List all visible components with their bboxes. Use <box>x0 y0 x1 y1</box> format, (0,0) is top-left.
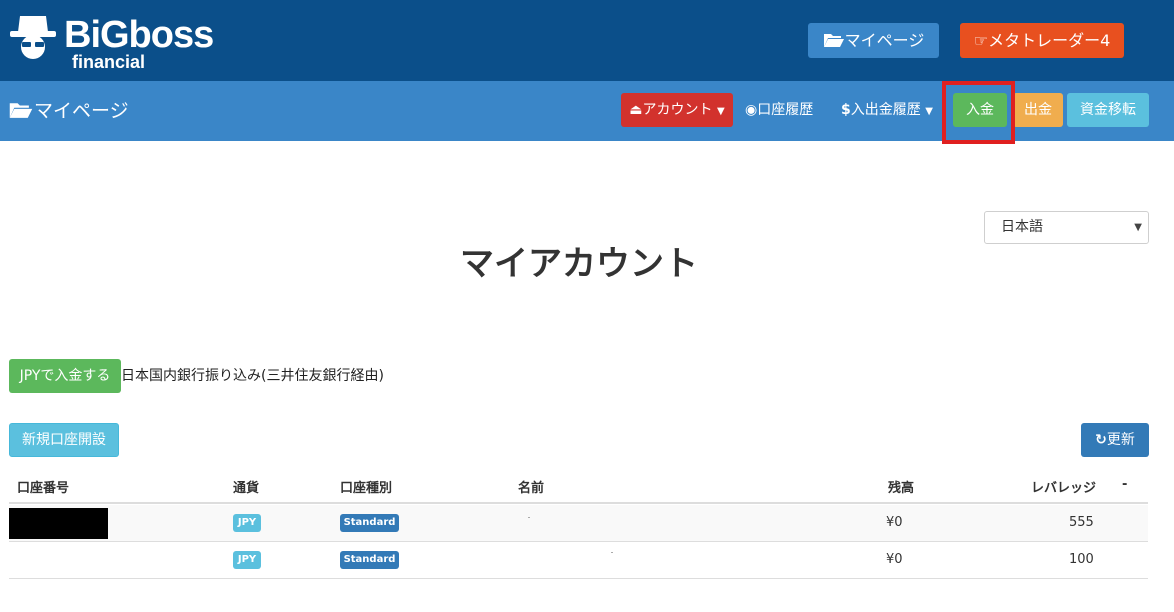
mypage-button-label: マイページ <box>844 31 925 50</box>
column-header-currency[interactable]: 通貨 <box>233 477 259 496</box>
column-header-actions: - <box>1122 477 1128 492</box>
balance-cell: ¥0 <box>886 552 903 567</box>
currency-badge: JPY <box>233 514 261 532</box>
column-header-name[interactable]: 名前 <box>518 477 544 496</box>
column-header-account-type[interactable]: 口座種別 <box>340 477 392 496</box>
account-dropdown-button[interactable]: ⏏アカウント ▼ <box>621 93 733 127</box>
brand-logo[interactable]: BiGboss financial <box>8 10 218 72</box>
column-header-leverage[interactable]: レバレッジ <box>1031 477 1096 496</box>
refresh-icon: ↻ <box>1095 432 1107 448</box>
balance-cell: ¥0 <box>886 515 903 530</box>
fund-transfer-button[interactable]: 資金移転 <box>1067 93 1149 127</box>
mypage-button[interactable]: マイページ <box>808 23 939 58</box>
withdraw-button[interactable]: 出金 <box>1013 93 1063 127</box>
caret-down-icon: ▼ <box>716 106 725 117</box>
open-new-account-button[interactable]: 新規口座開設 <box>9 423 119 457</box>
table-row: JPY Standard ¥0 555 <box>9 505 1148 542</box>
page-title: マイアカウント <box>460 244 698 284</box>
account-dropdown-label: アカウント <box>642 102 713 118</box>
logo-subtitle: financial <box>72 52 146 72</box>
leverage-cell: 555 <box>1069 515 1094 530</box>
inbox-icon: ⏏ <box>629 102 643 118</box>
deposit-highlight-box <box>942 81 1015 144</box>
jpy-deposit-button[interactable]: JPYで入金する <box>9 359 121 393</box>
language-select[interactable]: 日本語 ▼ <box>984 211 1149 244</box>
leverage-cell: 100 <box>1069 552 1094 567</box>
column-header-balance[interactable]: 残高 <box>888 477 914 496</box>
folder-open-icon <box>823 34 844 47</box>
globe-icon: ◉ <box>745 102 758 118</box>
dollar-icon: $ <box>841 102 851 118</box>
metatrader4-button[interactable]: ☞メタトレーダー4 <box>960 23 1124 58</box>
refresh-button[interactable]: ↻更新 <box>1081 423 1149 457</box>
currency-badge: JPY <box>233 551 261 569</box>
account-type-badge: Standard <box>340 514 399 532</box>
deposit-withdraw-history-label: 入出金履歴 <box>850 102 921 118</box>
refresh-button-label: 更新 <box>1106 432 1135 448</box>
metatrader4-button-label: メタトレーダー4 <box>988 31 1111 50</box>
caret-down-icon: ▼ <box>925 106 933 117</box>
navbar-title-label: マイページ <box>34 100 129 122</box>
language-select-value: 日本語 <box>1001 219 1043 235</box>
table-row: JPY Standard ¥0 100 <box>9 542 1148 579</box>
accounts-table-header: 口座番号 通貨 口座種別 名前 残高 レバレッジ - <box>9 468 1148 504</box>
folder-open-icon <box>9 103 33 118</box>
column-header-account-number[interactable]: 口座番号 <box>17 477 69 496</box>
jpy-deposit-description: 日本国内銀行振り込み(三井住友銀行経由) <box>121 368 384 384</box>
account-history-label: 口座履歴 <box>757 102 814 118</box>
redacted-account-number <box>9 508 108 539</box>
name-cell <box>611 552 613 553</box>
hand-pointing-icon: ☞ <box>973 31 989 50</box>
account-type-badge: Standard <box>340 551 399 569</box>
name-cell <box>528 517 530 518</box>
top-header: BiGboss financial マイページ ☞メタトレーダー4 <box>0 0 1174 81</box>
account-history-link[interactable]: ◉口座履歴 <box>745 93 813 127</box>
navbar-title[interactable]: マイページ <box>8 97 129 125</box>
deposit-withdraw-history-dropdown[interactable]: $入出金履歴 ▼ <box>841 93 933 127</box>
logo-hat-icon <box>10 16 56 59</box>
select-arrow-icon: ▼ <box>1134 222 1142 233</box>
